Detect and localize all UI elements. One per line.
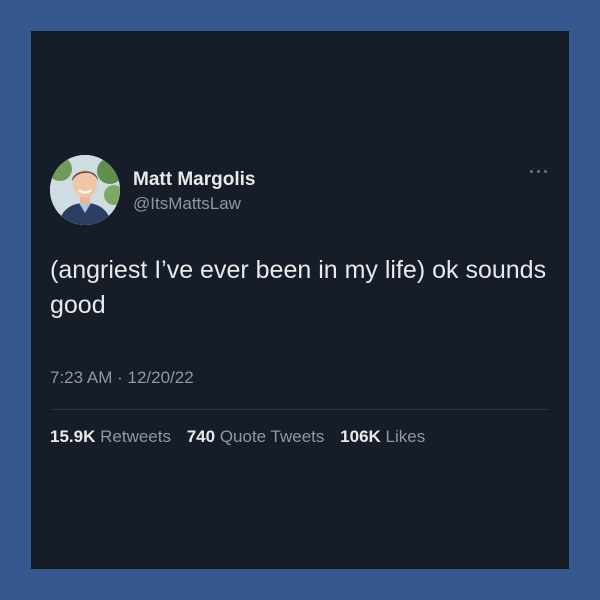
profile-photo <box>50 155 120 225</box>
divider <box>50 409 550 410</box>
tweet-time: 7:23 AM <box>50 368 113 387</box>
retweets-count: 15.9K <box>50 427 96 446</box>
tweet-stats: 15.9K Retweets 740 Quote Tweets 106K Lik… <box>50 427 436 447</box>
more-horizontal-icon[interactable] <box>528 165 550 177</box>
likes-stat[interactable]: 106K Likes <box>340 427 425 447</box>
quote-tweets-stat[interactable]: 740 Quote Tweets <box>187 427 325 447</box>
tweet-timestamp[interactable]: 7:23 AM · 12/20/22 <box>50 368 194 388</box>
tweet-card: Matt Margolis @ItsMattsLaw (angriest I’v… <box>31 31 569 569</box>
retweets-stat[interactable]: 15.9K Retweets <box>50 427 171 447</box>
avatar[interactable] <box>50 155 120 225</box>
likes-label: Likes <box>385 427 426 446</box>
tweet-text: (angriest I’ve ever been in my life) ok … <box>50 256 547 319</box>
quote-tweets-label: Quote Tweets <box>219 427 325 446</box>
author-handle[interactable]: @ItsMattsLaw <box>133 194 241 214</box>
timestamp-separator: · <box>117 368 123 387</box>
tweet-date: 12/20/22 <box>127 368 194 387</box>
author-name[interactable]: Matt Margolis <box>133 169 255 191</box>
quote-tweets-count: 740 <box>186 427 216 446</box>
retweets-label: Retweets <box>100 427 171 446</box>
likes-count: 106K <box>340 427 381 446</box>
tweet-header: Matt Margolis @ItsMattsLaw <box>50 155 550 227</box>
